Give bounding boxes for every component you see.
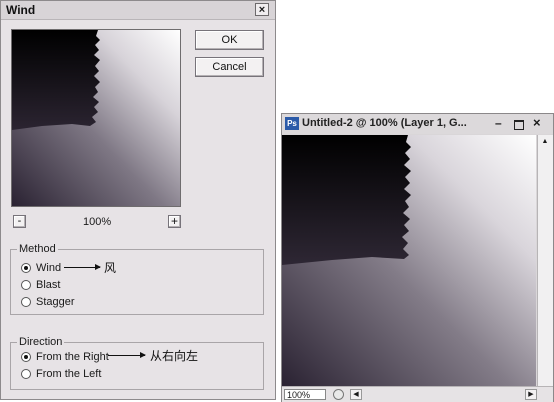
arrow-right-icon: [64, 264, 101, 270]
stagger-label[interactable]: Stagger: [36, 296, 75, 308]
method-legend: Method: [17, 243, 58, 255]
vertical-scrollbar[interactable]: ▲: [537, 135, 553, 386]
minus-icon: -: [17, 215, 22, 227]
wind-radio[interactable]: [21, 263, 31, 273]
zoom-in-button[interactable]: +: [168, 215, 181, 228]
photoshop-icon: Ps: [285, 117, 299, 130]
cancel-button[interactable]: Cancel: [195, 57, 264, 77]
from-right-radio[interactable]: [21, 352, 31, 362]
preview-image: [12, 30, 180, 206]
dialog-titlebar: Wind ×: [1, 1, 275, 20]
ok-button[interactable]: OK: [195, 30, 264, 50]
close-icon[interactable]: ×: [255, 3, 269, 16]
blast-radio[interactable]: [21, 280, 31, 290]
document-status-bar: 100% ◀ ▶: [282, 386, 553, 402]
from-left-radio[interactable]: [21, 369, 31, 379]
document-title: Untitled-2 @ 100% (Layer 1, G...: [302, 117, 467, 129]
direction-legend: Direction: [17, 336, 65, 348]
scroll-up-icon[interactable]: ▲: [539, 136, 551, 148]
stagger-radio[interactable]: [21, 297, 31, 307]
scroll-right-icon[interactable]: ▶: [525, 389, 537, 400]
plus-icon: +: [170, 214, 178, 228]
dialog-title: Wind: [6, 3, 36, 17]
from-right-label[interactable]: From the Right: [36, 351, 109, 363]
document-window: Ps Untitled-2 @ 100% (Layer 1, G... – ×: [281, 113, 554, 402]
direction-group: [10, 342, 264, 390]
scroll-left-icon[interactable]: ◀: [350, 389, 362, 400]
annotation-wind-cn: 风: [104, 261, 117, 275]
blast-label[interactable]: Blast: [36, 279, 60, 291]
canvas-image: [282, 135, 536, 386]
zoom-out-button[interactable]: -: [13, 215, 26, 228]
minimize-icon[interactable]: –: [495, 116, 502, 130]
maximize-icon[interactable]: [514, 120, 524, 130]
zoom-field[interactable]: 100%: [284, 389, 326, 400]
zoom-level: 100%: [83, 216, 112, 228]
document-canvas[interactable]: [282, 135, 536, 386]
filter-preview[interactable]: [11, 29, 181, 207]
from-left-label[interactable]: From the Left: [36, 368, 101, 380]
arrow-right-icon: [108, 352, 146, 358]
status-icon[interactable]: [333, 389, 344, 400]
annotation-right-cn: 从右向左: [150, 349, 199, 363]
wind-label[interactable]: Wind: [36, 262, 61, 274]
wind-dialog: Wind × OK Cancel - 100% + Method Wind Bl…: [0, 0, 276, 400]
close-icon[interactable]: ×: [533, 115, 541, 130]
document-titlebar[interactable]: Ps Untitled-2 @ 100% (Layer 1, G... – ×: [282, 114, 553, 134]
